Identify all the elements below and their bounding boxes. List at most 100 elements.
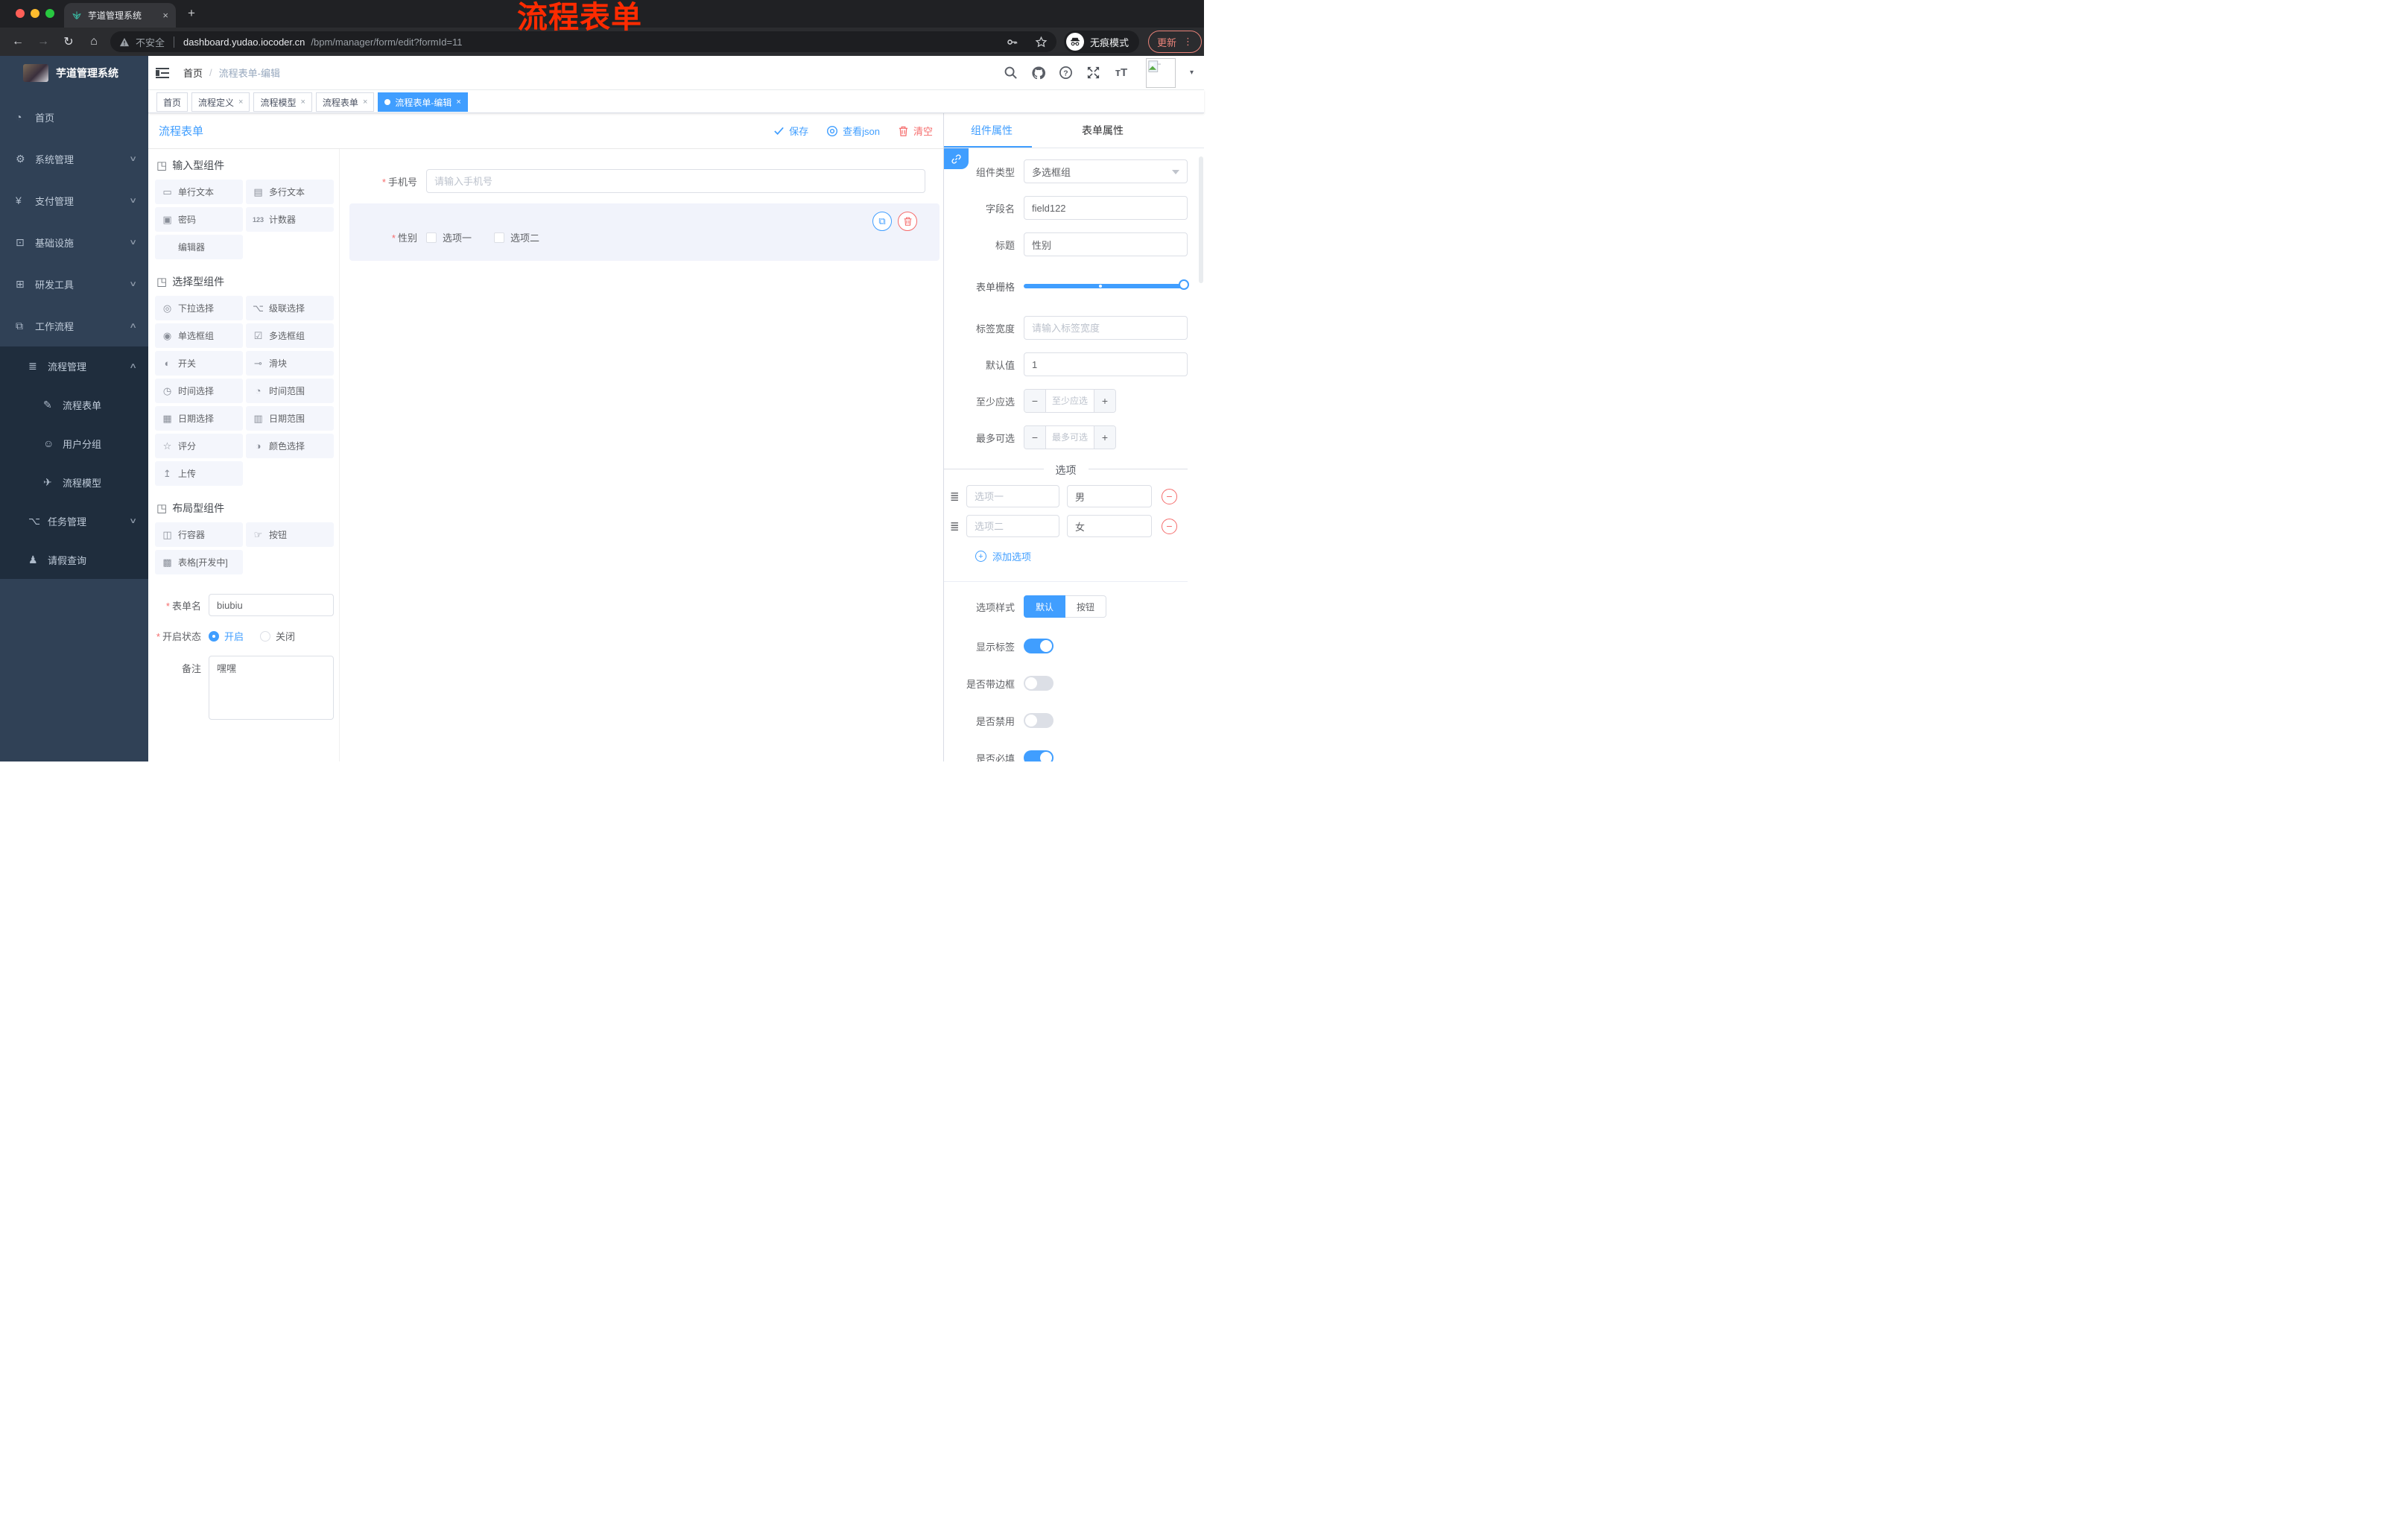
default-value-input[interactable] xyxy=(1024,352,1188,376)
sidebar-item-devtools[interactable]: ⊞ 研发工具 ∨ xyxy=(0,263,148,305)
status-off-radio[interactable]: 关闭 xyxy=(260,629,295,643)
search-icon[interactable] xyxy=(1004,66,1018,80)
sidebar-logo[interactable]: 芋道管理系统 xyxy=(0,56,148,90)
label-width-input[interactable] xyxy=(1024,316,1188,340)
style-default-button[interactable]: 默认 xyxy=(1024,595,1066,618)
tag-process-model[interactable]: 流程模型 × xyxy=(253,92,312,112)
component-switch[interactable]: ◐ 开关 xyxy=(155,351,243,376)
show-label-toggle[interactable] xyxy=(1024,639,1054,653)
option-label-input[interactable] xyxy=(966,485,1059,507)
gender-widget-selected[interactable]: ⧉ * 性别 选项一 选项二 xyxy=(349,203,940,261)
slider-handle[interactable] xyxy=(1179,279,1189,290)
component-color-picker[interactable]: ◑ 颜色选择 xyxy=(246,434,334,458)
sidebar-item-process-model[interactable]: ✈ 流程模型 xyxy=(0,463,148,501)
new-tab-button[interactable]: + xyxy=(188,6,195,21)
copy-widget-button[interactable]: ⧉ xyxy=(872,212,892,231)
min-select-input[interactable] xyxy=(1046,390,1094,412)
component-select[interactable]: ◎ 下拉选择 xyxy=(155,296,243,320)
key-icon[interactable] xyxy=(1006,36,1018,48)
browser-menu-icon[interactable]: ⋮ xyxy=(1183,36,1193,48)
checkbox-icon[interactable] xyxy=(494,232,505,243)
component-slider[interactable]: ⊸ 滑块 xyxy=(246,351,334,376)
drag-handle-icon[interactable]: ≣ xyxy=(950,519,966,534)
avatar[interactable] xyxy=(1145,57,1176,88)
option-value-input[interactable] xyxy=(1067,515,1152,537)
sidebar-item-home[interactable]: ◔ 首页 xyxy=(0,96,148,138)
sidebar-item-infra[interactable]: ⊡ 基础设施 ∨ xyxy=(0,221,148,263)
tag-process-form-edit[interactable]: 流程表单-编辑 × xyxy=(378,92,468,112)
tag-process-definition[interactable]: 流程定义 × xyxy=(191,92,250,112)
option-value-input[interactable] xyxy=(1067,485,1152,507)
component-radio-group[interactable]: ◉ 单选框组 xyxy=(155,323,243,348)
increase-button[interactable]: + xyxy=(1094,390,1115,412)
phone-input[interactable] xyxy=(426,169,925,193)
tag-process-form[interactable]: 流程表单 × xyxy=(315,92,375,112)
help-icon[interactable]: ? xyxy=(1059,66,1074,80)
scrollbar[interactable] xyxy=(1199,156,1203,283)
component-table[interactable]: ▩ 表格[开发中] xyxy=(155,550,243,574)
max-select-input[interactable] xyxy=(1046,426,1094,449)
checkbox-icon[interactable] xyxy=(426,232,437,243)
component-cascader[interactable]: ⌥ 级联选择 xyxy=(246,296,334,320)
component-button[interactable]: ☞ 按钮 xyxy=(246,522,334,547)
gender-option2-label[interactable]: 选项二 xyxy=(510,230,539,244)
view-json-button[interactable]: 查看json xyxy=(826,124,880,138)
component-date-picker[interactable]: ▦ 日期选择 xyxy=(155,406,243,431)
tag-home[interactable]: 首页 xyxy=(156,92,188,112)
sidebar-item-workflow[interactable]: ⧉ 工作流程 ∧ xyxy=(0,305,148,346)
option-label-input[interactable] xyxy=(966,515,1059,537)
required-toggle[interactable] xyxy=(1024,750,1054,762)
sidebar-item-process-mgmt[interactable]: ≣ 流程管理 ∧ xyxy=(0,346,148,385)
sidebar-item-leave-query[interactable]: ♟ 请假查询 xyxy=(0,540,148,579)
update-button[interactable]: 更新 ⋮ xyxy=(1148,31,1203,53)
sidebar-item-payment[interactable]: ¥ 支付管理 ∨ xyxy=(0,180,148,221)
increase-button[interactable]: + xyxy=(1094,426,1115,449)
component-upload[interactable]: ↥ 上传 xyxy=(155,461,243,486)
tab-form-props[interactable]: 表单属性 xyxy=(1082,113,1124,148)
maximize-window-button[interactable] xyxy=(45,9,54,18)
component-multi-line-text[interactable]: ▤ 多行文本 xyxy=(246,180,334,204)
tag-close-icon[interactable]: × xyxy=(456,98,460,107)
tag-close-icon[interactable]: × xyxy=(363,98,367,107)
remove-option-button[interactable]: − xyxy=(1162,488,1177,504)
component-checkbox-group[interactable]: ☑ 多选框组 xyxy=(246,323,334,348)
sidebar-item-system[interactable]: ⚙ 系统管理 ∨ xyxy=(0,138,148,180)
disabled-toggle[interactable] xyxy=(1024,713,1054,728)
tab-close-icon[interactable]: × xyxy=(162,10,168,21)
component-date-range[interactable]: ▥ 日期范围 xyxy=(246,406,334,431)
component-counter[interactable]: 123 计数器 xyxy=(246,207,334,232)
tab-component-props[interactable]: 组件属性 xyxy=(971,113,1013,148)
component-editor[interactable]: 编辑器 xyxy=(155,235,243,259)
component-time-range[interactable]: ◔ 时间范围 xyxy=(246,379,334,403)
form-remark-textarea[interactable]: 嘿嘿 xyxy=(209,656,334,720)
minimize-window-button[interactable] xyxy=(31,9,39,18)
sidebar-item-user-group[interactable]: ☺ 用户分组 xyxy=(0,424,148,463)
fullscreen-icon[interactable] xyxy=(1086,66,1101,80)
component-time-picker[interactable]: ◷ 时间选择 xyxy=(155,379,243,403)
component-password[interactable]: ▣ 密码 xyxy=(155,207,243,232)
tag-close-icon[interactable]: × xyxy=(238,98,243,107)
sidebar-item-process-form[interactable]: ✎ 流程表单 xyxy=(0,385,148,424)
with-border-toggle[interactable] xyxy=(1024,676,1054,691)
component-rate[interactable]: ☆ 评分 xyxy=(155,434,243,458)
github-icon[interactable] xyxy=(1031,66,1046,80)
title-input[interactable] xyxy=(1024,232,1188,256)
decrease-button[interactable]: − xyxy=(1024,426,1046,449)
delete-widget-button[interactable] xyxy=(898,212,917,231)
component-type-select[interactable]: 多选框组 xyxy=(1024,159,1188,183)
remove-option-button[interactable]: − xyxy=(1162,518,1177,534)
grid-slider[interactable] xyxy=(1024,279,1189,290)
link-button[interactable] xyxy=(944,148,969,169)
drag-handle-icon[interactable]: ≣ xyxy=(950,489,966,504)
save-button[interactable]: 保存 xyxy=(773,124,808,138)
phone-field-row[interactable]: * 手机号 xyxy=(340,169,943,193)
component-single-line-text[interactable]: ▭ 单行文本 xyxy=(155,180,243,204)
bookmark-star-icon[interactable] xyxy=(1035,36,1048,48)
field-name-input[interactable] xyxy=(1024,196,1188,220)
user-caret-icon[interactable]: ▾ xyxy=(1190,69,1194,77)
add-option-button[interactable]: + 添加选项 xyxy=(975,549,1188,563)
font-size-icon[interactable]: тT xyxy=(1114,66,1129,80)
browser-tab[interactable]: 芋道管理系统 × xyxy=(64,3,176,28)
status-on-radio[interactable]: 开启 xyxy=(209,629,244,643)
reload-icon[interactable]: ↻ xyxy=(61,34,76,49)
